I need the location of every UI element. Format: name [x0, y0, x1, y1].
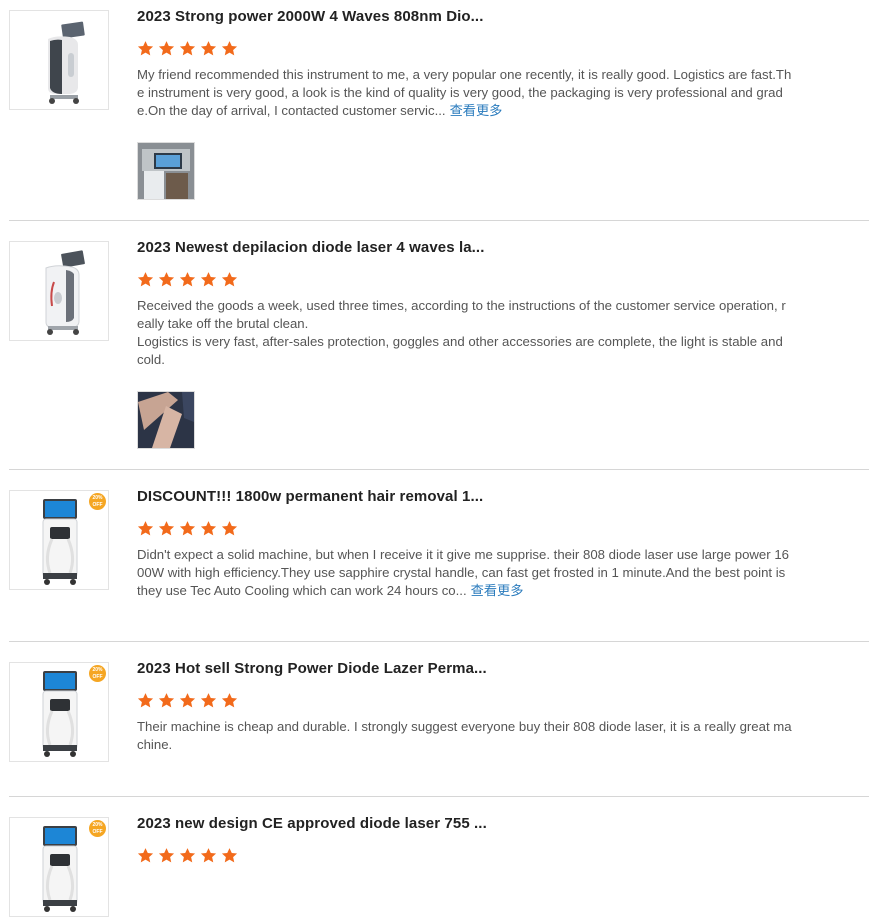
star-icon — [158, 271, 175, 288]
review-text-line: Received the goods a week, used three ti… — [137, 298, 786, 331]
star-icon — [179, 847, 196, 864]
star-icon — [200, 847, 217, 864]
star-icon — [179, 40, 196, 57]
see-more-link[interactable]: 查看更多 — [471, 583, 524, 598]
customer-photo-machine[interactable] — [137, 142, 195, 200]
divider — [9, 220, 869, 221]
star-icon — [221, 692, 238, 709]
review-text: Received the goods a week, used three ti… — [137, 297, 792, 369]
product-title[interactable]: 2023 Strong power 2000W 4 Waves 808nm Di… — [137, 8, 483, 25]
discount-badge: 20% OFF — [89, 665, 106, 682]
product-title[interactable]: 2023 Hot sell Strong Power Diode Lazer P… — [137, 660, 487, 677]
star-icon — [179, 271, 196, 288]
star-icon — [137, 40, 154, 57]
see-more-link[interactable]: 查看更多 — [450, 103, 503, 118]
star-icon — [221, 40, 238, 57]
discount-badge: 20% OFF — [89, 820, 106, 837]
laser-machine-white-icon — [10, 242, 108, 340]
star-icon — [200, 40, 217, 57]
star-icon — [179, 520, 196, 537]
star-icon — [137, 271, 154, 288]
rating-stars — [137, 847, 238, 865]
star-icon — [221, 847, 238, 864]
star-icon — [158, 847, 175, 864]
product-thumbnail[interactable]: 20% OFF — [9, 662, 109, 762]
product-thumbnail[interactable] — [9, 241, 109, 341]
divider — [9, 796, 869, 797]
star-icon — [200, 520, 217, 537]
star-icon — [179, 692, 196, 709]
star-icon — [200, 692, 217, 709]
star-icon — [158, 40, 175, 57]
rating-stars — [137, 40, 238, 58]
star-icon — [137, 520, 154, 537]
discount-badge: 20% OFF — [89, 493, 106, 510]
product-title[interactable]: 2023 new design CE approved diode laser … — [137, 815, 487, 832]
star-icon — [158, 520, 175, 537]
customer-photo-legs[interactable] — [137, 391, 195, 449]
product-title[interactable]: DISCOUNT!!! 1800w permanent hair removal… — [137, 488, 483, 505]
product-title[interactable]: 2023 Newest depilacion diode laser 4 wav… — [137, 239, 484, 256]
star-icon — [221, 271, 238, 288]
product-thumbnail[interactable]: 20% OFF — [9, 490, 109, 590]
rating-stars — [137, 692, 238, 710]
product-thumbnail[interactable]: 20% OFF — [9, 817, 109, 917]
review-text: Didn't expect a solid machine, but when … — [137, 547, 789, 598]
product-thumbnail[interactable] — [9, 10, 109, 110]
rating-stars — [137, 271, 238, 289]
divider — [9, 641, 869, 642]
star-icon — [221, 520, 238, 537]
review-text: Their machine is cheap and durable. I st… — [137, 719, 792, 752]
star-icon — [137, 847, 154, 864]
divider — [9, 469, 869, 470]
rating-stars — [137, 520, 238, 538]
laser-machine-dark-icon — [10, 11, 108, 109]
review-text: My friend recommended this instrument to… — [137, 67, 792, 118]
star-icon — [158, 692, 175, 709]
review-text-line: Logistics is very fast, after-sales prot… — [137, 334, 783, 367]
star-icon — [137, 692, 154, 709]
star-icon — [200, 271, 217, 288]
